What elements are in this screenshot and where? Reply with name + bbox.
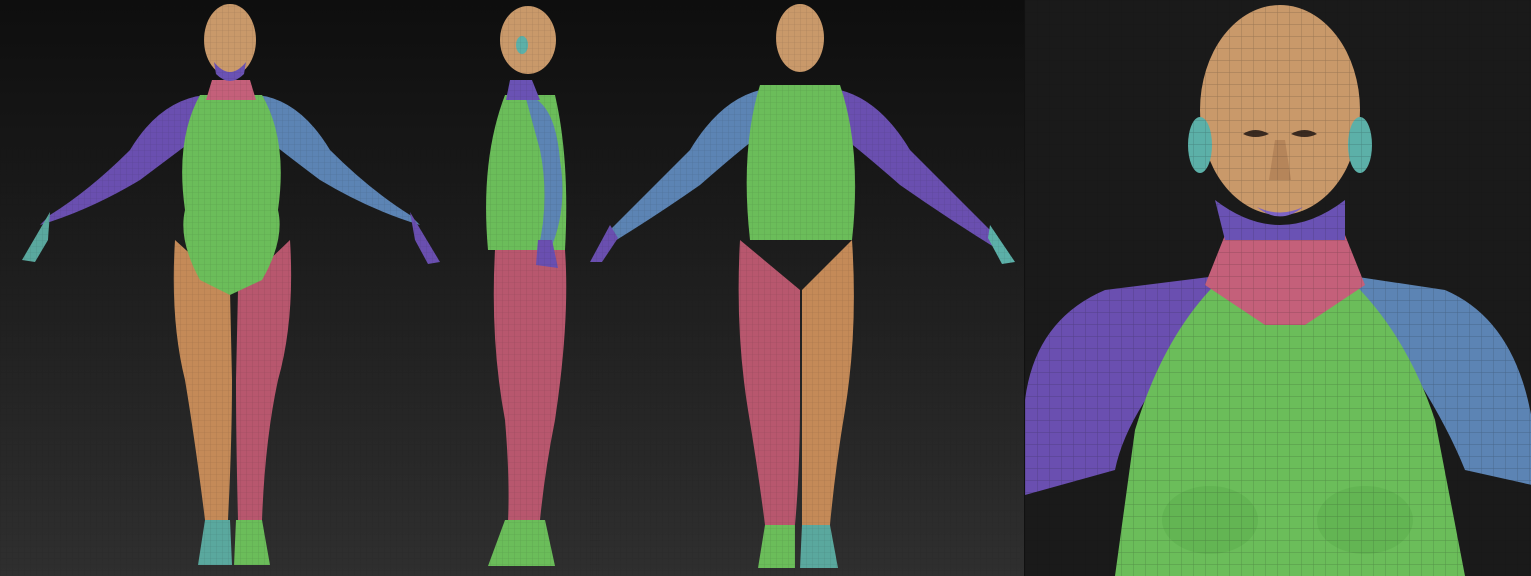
- closeup-view-figure: [1024, 0, 1531, 576]
- side-view-figure: [460, 0, 600, 576]
- back-view-figure: [590, 0, 1020, 576]
- side-view-model: [460, 0, 600, 576]
- front-view-model: [0, 0, 460, 576]
- front-view-figure: [0, 0, 460, 576]
- back-view-model: [590, 0, 1020, 576]
- closeup-view-model: [1025, 0, 1531, 576]
- render-viewport: [0, 0, 1531, 576]
